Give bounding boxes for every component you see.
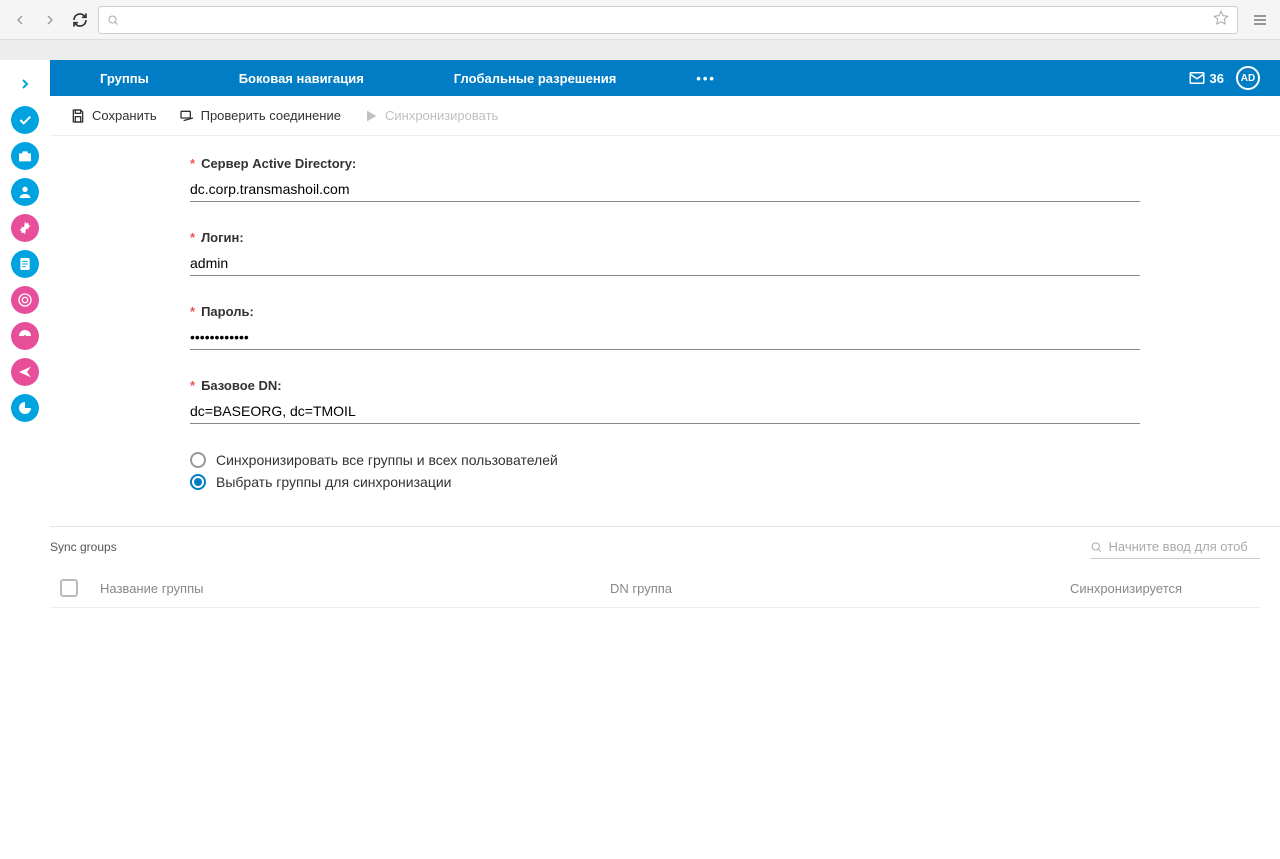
sidebar-item-user[interactable] [11,178,39,206]
search-icon [1090,540,1102,554]
select-all-checkbox[interactable] [60,579,78,597]
sync-table-header: Название группы DN группа Синхронизирует… [50,559,1260,608]
mail-icon [1188,69,1206,87]
sidebar-item-document[interactable] [11,250,39,278]
field-server: * Сервер Active Directory: [190,156,1140,202]
required-star-icon: * [190,304,195,319]
play-icon [363,108,379,124]
radio-sync-all-label: Синхронизировать все группы и всех польз… [216,452,558,468]
browser-chrome [0,0,1280,40]
radio-icon [190,452,206,468]
radio-select-groups-label: Выбрать группы для синхронизации [216,474,451,490]
synchronize-button: Синхронизировать [363,108,498,124]
basedn-label: Базовое DN: [201,378,282,393]
basedn-input[interactable] [190,399,1140,424]
save-icon [70,108,86,124]
connection-icon [179,108,195,124]
radio-icon-checked [190,474,206,490]
tab-more[interactable]: ••• [696,71,716,86]
sync-groups-section: Sync groups Название группы DN группа Си… [50,526,1280,608]
sidebar-item-chart[interactable] [11,394,39,422]
mail-count: 36 [1210,71,1224,86]
sync-search-box[interactable] [1090,535,1260,559]
field-password: * Пароль: [190,304,1140,350]
login-label: Логин: [201,230,244,245]
sidebar [0,60,50,859]
login-input[interactable] [190,251,1140,276]
sidebar-item-briefcase[interactable] [11,142,39,170]
password-input[interactable] [190,325,1140,350]
sidebar-item-gear[interactable] [11,214,39,242]
field-basedn: * Базовое DN: [190,378,1140,424]
radio-select-groups[interactable]: Выбрать группы для синхронизации [190,474,1280,490]
sidebar-item-check[interactable] [11,106,39,134]
tab-side-navigation[interactable]: Боковая навигация [239,71,364,86]
server-label: Сервер Active Directory: [201,156,356,171]
save-label: Сохранить [92,108,157,123]
required-star-icon: * [190,378,195,393]
sidebar-item-dashboard[interactable] [11,322,39,350]
toolbar: Сохранить Проверить соединение Синхрониз… [50,96,1280,136]
sidebar-item-send[interactable] [11,358,39,386]
required-star-icon: * [190,230,195,245]
url-input[interactable] [125,12,1207,27]
test-connection-button[interactable]: Проверить соединение [179,108,341,124]
col-group-name: Название группы [100,581,610,596]
sync-mode-radio-group: Синхронизировать все группы и всех польз… [190,452,1280,490]
required-star-icon: * [190,156,195,171]
tab-groups[interactable]: Группы [100,71,149,86]
nav-reload-button[interactable] [68,8,92,32]
password-label: Пароль: [201,304,254,319]
server-input[interactable] [190,177,1140,202]
nav-forward-button [38,8,62,32]
content-area: Группы Боковая навигация Глобальные разр… [50,60,1280,859]
sync-search-input[interactable] [1108,539,1260,554]
app-container: Группы Боковая навигация Глобальные разр… [0,60,1280,859]
url-bar[interactable] [98,6,1238,34]
tab-global-permissions[interactable]: Глобальные разрешения [454,71,617,86]
sidebar-collapse-toggle[interactable] [11,70,39,98]
mail-badge[interactable]: 36 [1188,69,1224,87]
field-login: * Логин: [190,230,1140,276]
nav-back-button [8,8,32,32]
user-avatar[interactable]: AD [1236,66,1260,90]
sidebar-item-lifebuoy[interactable] [11,286,39,314]
top-nav: Группы Боковая навигация Глобальные разр… [50,60,1280,96]
bookmark-star-icon[interactable] [1213,10,1229,29]
chrome-spacer [0,40,1280,60]
col-synchronizing: Синхронизируется [1070,581,1250,596]
browser-menu-button[interactable] [1248,8,1272,32]
save-button[interactable]: Сохранить [70,108,157,124]
sync-groups-title: Sync groups [50,540,117,554]
form-area: * Сервер Active Directory: * Логин: * Па… [50,136,1280,526]
test-connection-label: Проверить соединение [201,108,341,123]
radio-sync-all[interactable]: Синхронизировать все группы и всех польз… [190,452,1280,468]
synchronize-label: Синхронизировать [385,108,498,123]
col-dn-group: DN группа [610,581,1070,596]
